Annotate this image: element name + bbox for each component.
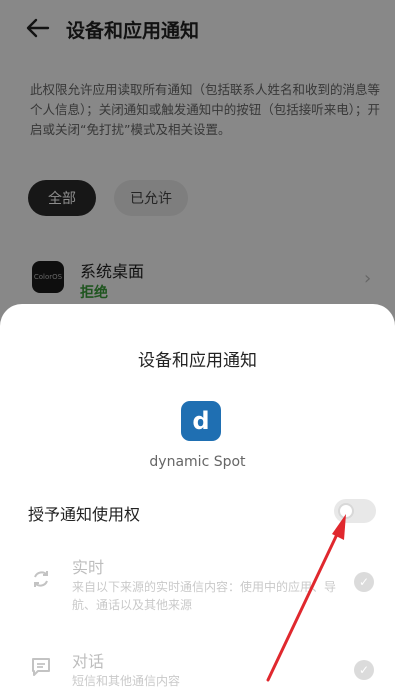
option-conversations[interactable]: 对话 短信和其他通信内容 ✓ bbox=[0, 642, 395, 691]
sheet-title: 设备和应用通知 bbox=[138, 351, 257, 371]
grant-access-label: 授予通知使用权 bbox=[28, 505, 141, 524]
dynamic-spot-app-icon: d bbox=[181, 401, 221, 441]
grant-access-toggle[interactable] bbox=[334, 499, 376, 523]
toggle-knob bbox=[338, 503, 354, 519]
option-subtitle: 来自以下来源的实时通信内容：使用中的应用、导航、通话以及其他来源 bbox=[72, 580, 337, 612]
option-subtitle: 短信和其他通信内容 bbox=[72, 674, 181, 688]
message-icon bbox=[30, 656, 52, 678]
app-name-label: dynamic Spot bbox=[149, 454, 246, 470]
sync-icon bbox=[30, 568, 52, 590]
option-realtime[interactable]: 实时 来自以下来源的实时通信内容：使用中的应用、导航、通话以及其他来源 ✓ bbox=[0, 550, 395, 612]
option-title: 对话 bbox=[72, 652, 105, 671]
check-icon: ✓ bbox=[354, 660, 374, 680]
option-title: 实时 bbox=[72, 558, 105, 577]
check-icon: ✓ bbox=[354, 572, 374, 592]
permission-bottom-sheet: 设备和应用通知 d dynamic Spot 授予通知使用权 实时 来自以下来源… bbox=[0, 304, 395, 691]
